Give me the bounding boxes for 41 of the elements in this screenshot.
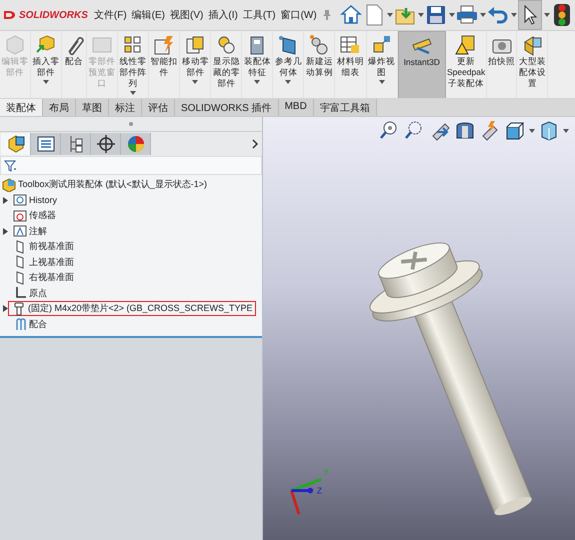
ribbon-button[interactable]: 大型装配体设置 (517, 31, 548, 98)
tree-item[interactable]: 上视基准面 (29, 256, 74, 269)
tree-item[interactable]: Toolbox测试用装配体 (默认<默认_显示状态-1>) (18, 178, 208, 192)
tree-item[interactable]: 前视基准面 (29, 240, 74, 254)
axis-label: Z (316, 485, 322, 496)
ribbon-button[interactable]: 线性零部件阵列 (118, 31, 150, 98)
ribbon-button[interactable]: 装配体特征 (242, 31, 274, 98)
tab[interactable]: 草图 (76, 99, 109, 116)
tab[interactable]: SOLIDWORKS 插件 (175, 99, 279, 116)
tab[interactable]: MBD (278, 99, 314, 116)
tree-item[interactable]: 原点 (29, 286, 47, 300)
tree-item[interactable]: (固定) M4x20带垫片<2> (GB_CROSS_SCREWS_TYPE (28, 302, 253, 316)
tree-item[interactable]: 配合 (29, 318, 47, 331)
ribbon-button[interactable]: 显示隐藏的零部件 (211, 31, 242, 98)
tab[interactable]: 标注 (109, 99, 142, 116)
menu-item[interactable]: 工具(T) (242, 8, 276, 22)
menu-item[interactable]: 插入(I) (208, 8, 238, 22)
ribbon-button[interactable]: 配合 (62, 31, 88, 98)
ribbon-button[interactable]: Instant3D (398, 31, 446, 98)
axis-label: Y (324, 466, 330, 476)
ribbon-button[interactable]: 移动零部件 (180, 31, 212, 98)
ribbon-button[interactable]: 智能扣件 (149, 31, 180, 98)
tab[interactable]: 评估 (142, 99, 175, 116)
menu-item[interactable]: 编辑(E) (132, 8, 166, 22)
tree-item[interactable]: 右视基准面 (29, 271, 74, 284)
tab[interactable]: 宇富工具箱 (314, 99, 377, 116)
menu-item[interactable]: 视图(V) (170, 8, 204, 22)
tab[interactable]: 布局 (43, 99, 76, 116)
ribbon-button[interactable]: 更新 Speedpak 子装配体 (446, 31, 488, 98)
tree-item[interactable]: 注解 (29, 224, 47, 238)
menu-item[interactable]: 文件(F) (94, 8, 127, 22)
ribbon-button[interactable]: 拍快照 (487, 31, 518, 98)
menu-item[interactable]: 窗口(W) (280, 8, 317, 22)
ribbon-button[interactable]: 插入零部件 (31, 31, 62, 98)
ribbon-button[interactable]: 新建运动算例 (304, 31, 336, 98)
tree-item[interactable]: 传感器 (29, 209, 56, 222)
app-logo: SOLIDWORKS (19, 10, 88, 20)
ribbon-button[interactable]: 参考几何体 (273, 31, 304, 98)
ribbon-button[interactable]: 材料明细表 (335, 31, 367, 98)
tree-item[interactable]: History (29, 195, 58, 206)
tab[interactable]: 装配体 (0, 99, 43, 116)
